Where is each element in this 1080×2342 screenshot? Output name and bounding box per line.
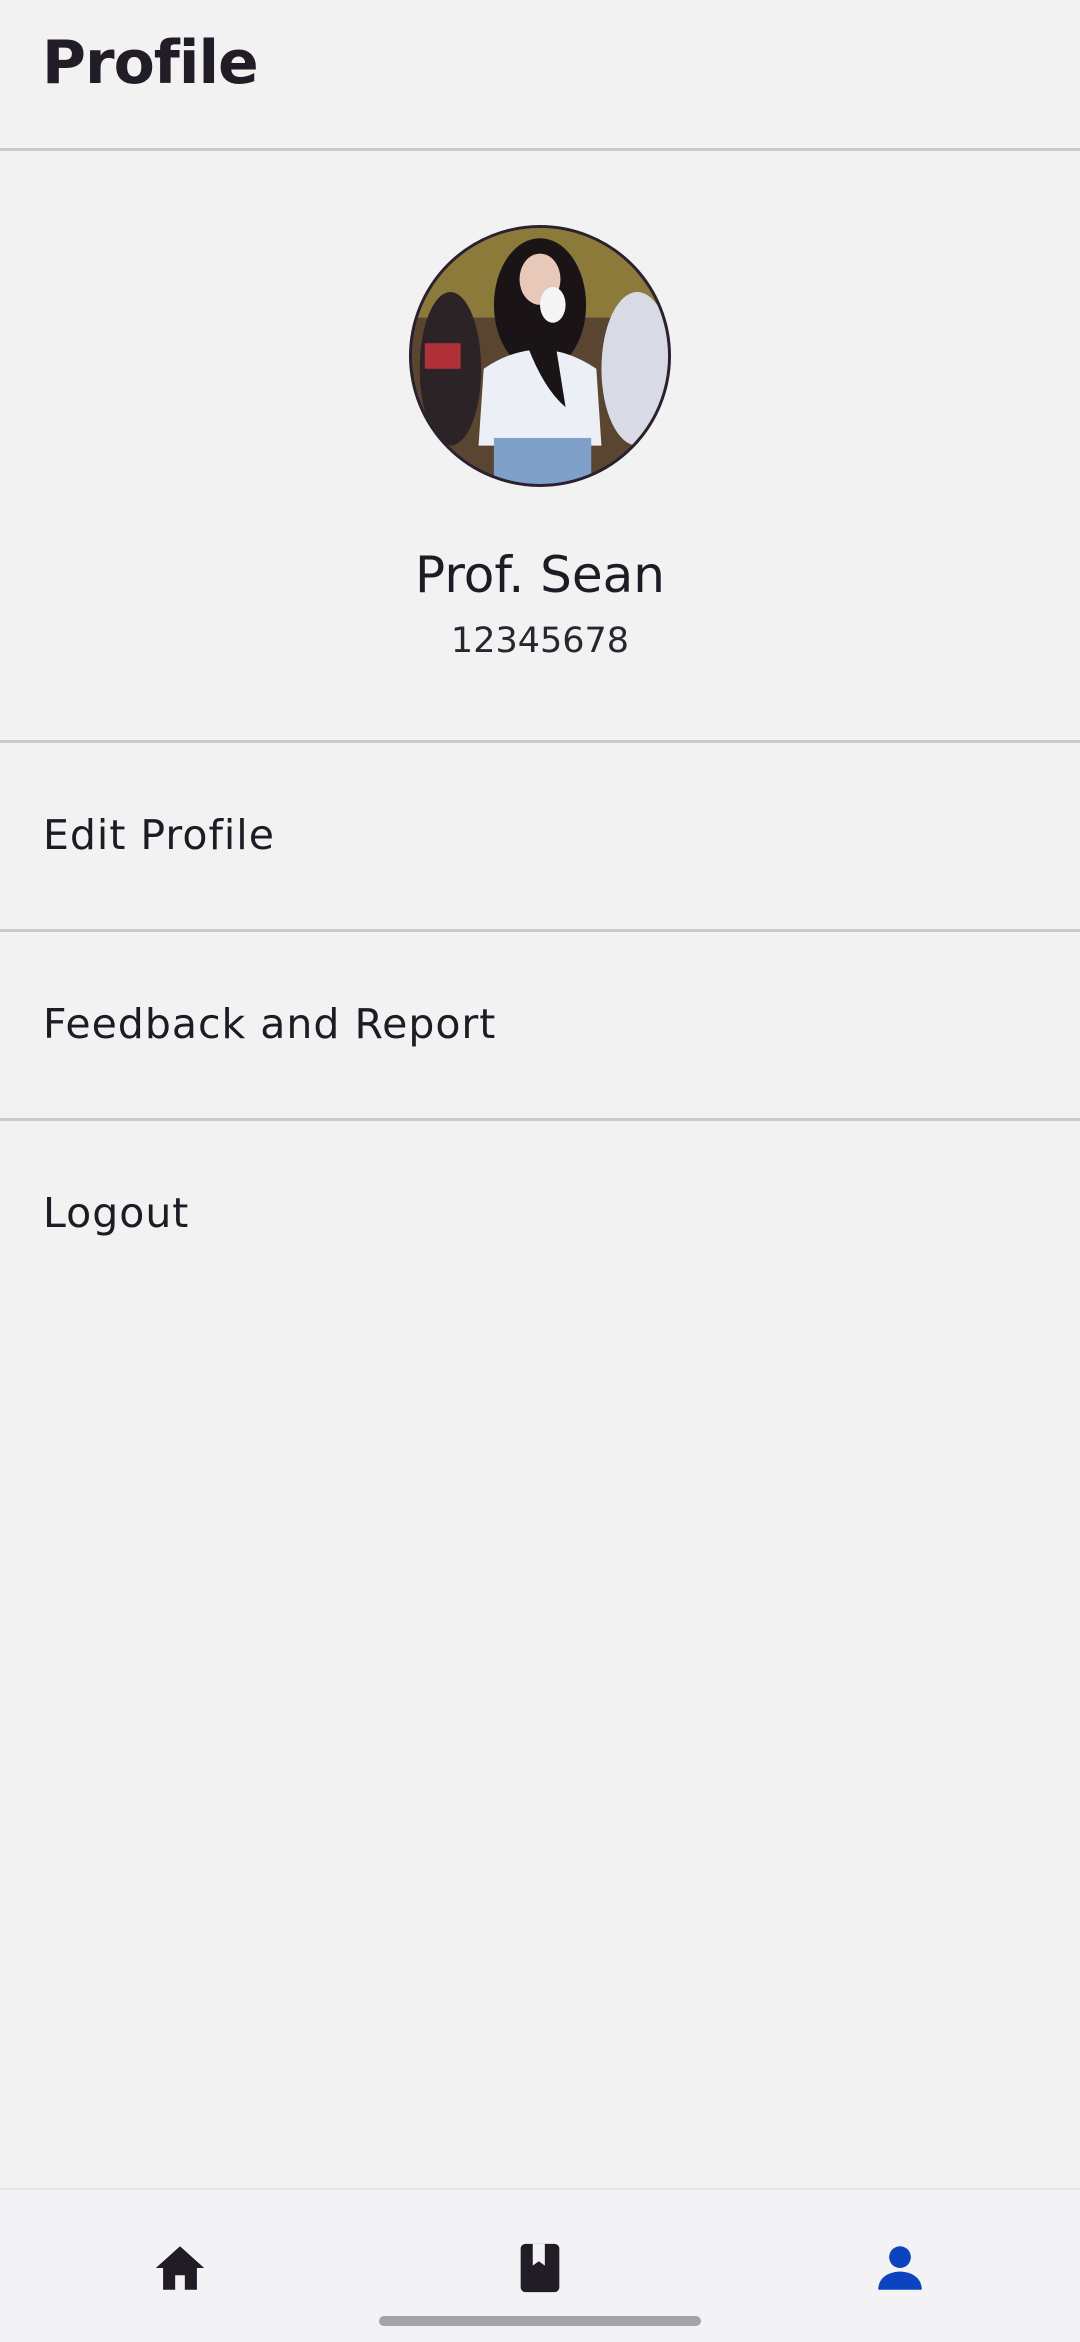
gesture-navigation-bar[interactable] [379, 2316, 701, 2326]
nav-library[interactable] [500, 2228, 580, 2308]
page-title: Profile [42, 28, 259, 98]
home-icon [155, 2246, 205, 2290]
menu-item-label: Feedback and Report [43, 1000, 497, 1048]
feedback-and-report-item[interactable]: Feedback and Report [0, 932, 1080, 1121]
app-header: Profile [0, 0, 1080, 151]
nav-profile[interactable] [860, 2228, 940, 2308]
edit-profile-item[interactable]: Edit Profile [0, 743, 1080, 932]
profile-name: Prof. Sean [415, 546, 665, 604]
profile-id: 12345678 [450, 621, 630, 661]
book-icon [520, 2243, 560, 2293]
profile-section: Prof. Sean 12345678 [0, 151, 1080, 743]
menu-item-label: Logout [43, 1189, 190, 1237]
avatar [409, 225, 671, 487]
avatar-photo [412, 228, 668, 484]
logout-item[interactable]: Logout [0, 1121, 1080, 1310]
nav-home[interactable] [140, 2228, 220, 2308]
person-icon [878, 2246, 922, 2290]
menu-item-label: Edit Profile [43, 811, 275, 859]
